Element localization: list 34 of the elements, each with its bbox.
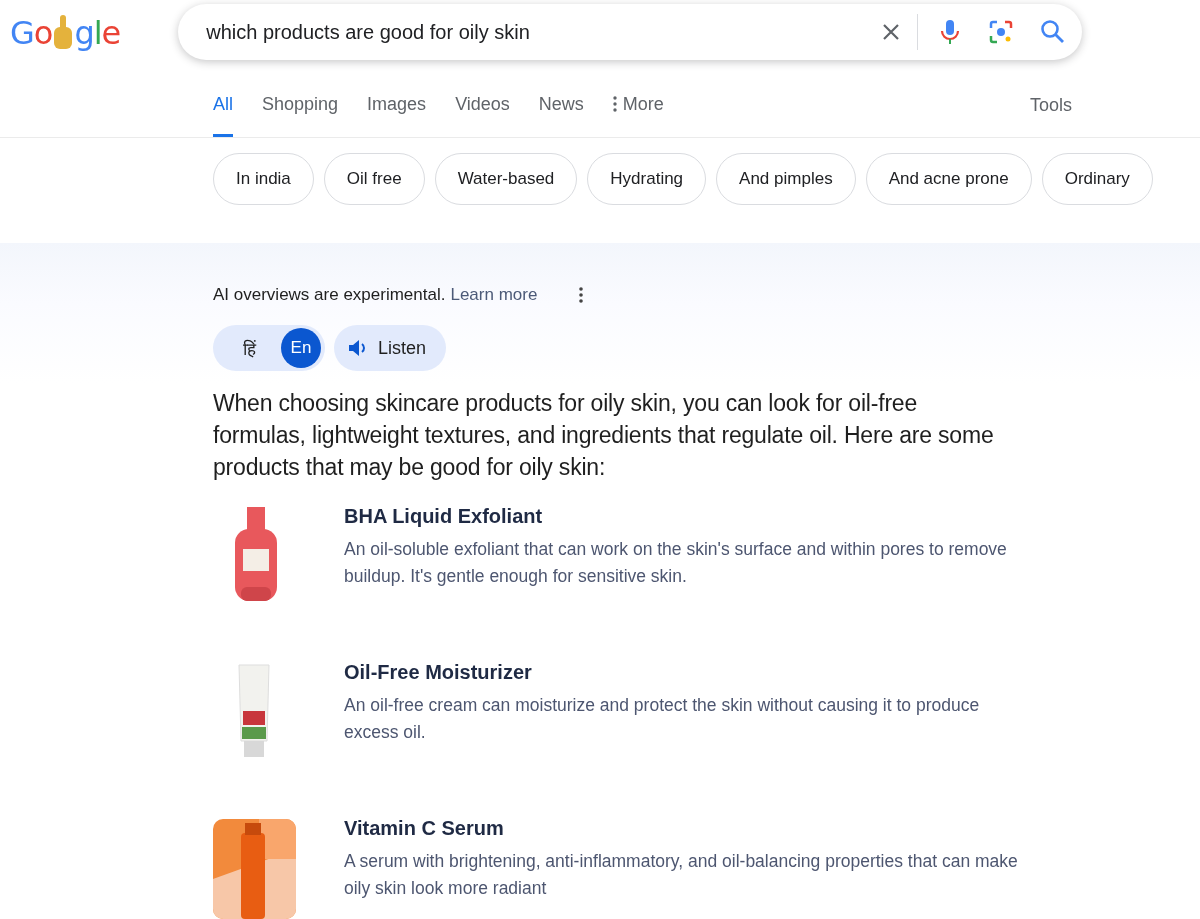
speaker-icon xyxy=(348,339,368,357)
tab[interactable]: More xyxy=(612,66,664,137)
logo[interactable]: Go gle xyxy=(10,14,121,53)
product-description: An oil-free cream can moisturize and protect the skin without causing it to produce excess oil. xyxy=(344,694,981,744)
filter-chip[interactable]: Oil free xyxy=(323,152,425,205)
filter-chip[interactable]: In india xyxy=(213,152,314,205)
filter-chip[interactable]: Hydrating xyxy=(587,152,707,205)
search-input[interactable]: which products are good for oily skin xyxy=(204,19,856,45)
more-options-icon[interactable] xyxy=(579,287,584,303)
listen-button[interactable]: Listen xyxy=(334,325,447,371)
product-description: A serum with brightening, anti-inflammatory, and oil-balancing properties that can make oily skin look more radiant xyxy=(344,850,1019,900)
hand-icon xyxy=(52,15,75,52)
product-title: Oil-Free Moisturizer xyxy=(344,661,533,684)
filter-chip[interactable]: And pimples xyxy=(716,152,856,205)
tools-button[interactable]: Tools xyxy=(1023,66,1078,137)
filter-chip[interactable]: And acne prone xyxy=(865,152,1032,205)
filter-chip[interactable]: Water-based xyxy=(434,152,578,205)
filter-chip[interactable]: Ordinary xyxy=(1041,152,1153,205)
learn-more-link[interactable]: Learn more xyxy=(450,285,538,305)
search-field[interactable]: which products are good for oily skin xyxy=(178,4,1083,61)
camera-icon[interactable] xyxy=(988,19,1015,46)
more-icon xyxy=(612,96,617,113)
tab[interactable]: Images xyxy=(367,66,427,137)
language-option[interactable]: हिं xyxy=(229,328,269,368)
product-title: Vitamin C Serum xyxy=(344,817,505,840)
product-description: An oil-soluble exfoliant that can work on the skin's surface and within pores to remove buildup. It's gentle enough for sensitive skin. xyxy=(344,538,1008,588)
notice-text: AI overviews are experimental. xyxy=(213,285,446,305)
language-option[interactable]: En xyxy=(281,328,321,368)
tab[interactable]: News xyxy=(538,66,584,137)
tab[interactable]: Videos xyxy=(455,66,510,137)
tab[interactable]: All xyxy=(213,66,233,137)
overview-paragraph: When choosing skincare products for oily skin, you can look for oil-free formulas, lightweight textures, and ingredients that regulate oil. Here are some products that may be good for oily skin: xyxy=(213,389,995,482)
product-title: BHA Liquid Exfoliant xyxy=(344,505,544,528)
tab[interactable]: Shopping xyxy=(262,66,339,137)
